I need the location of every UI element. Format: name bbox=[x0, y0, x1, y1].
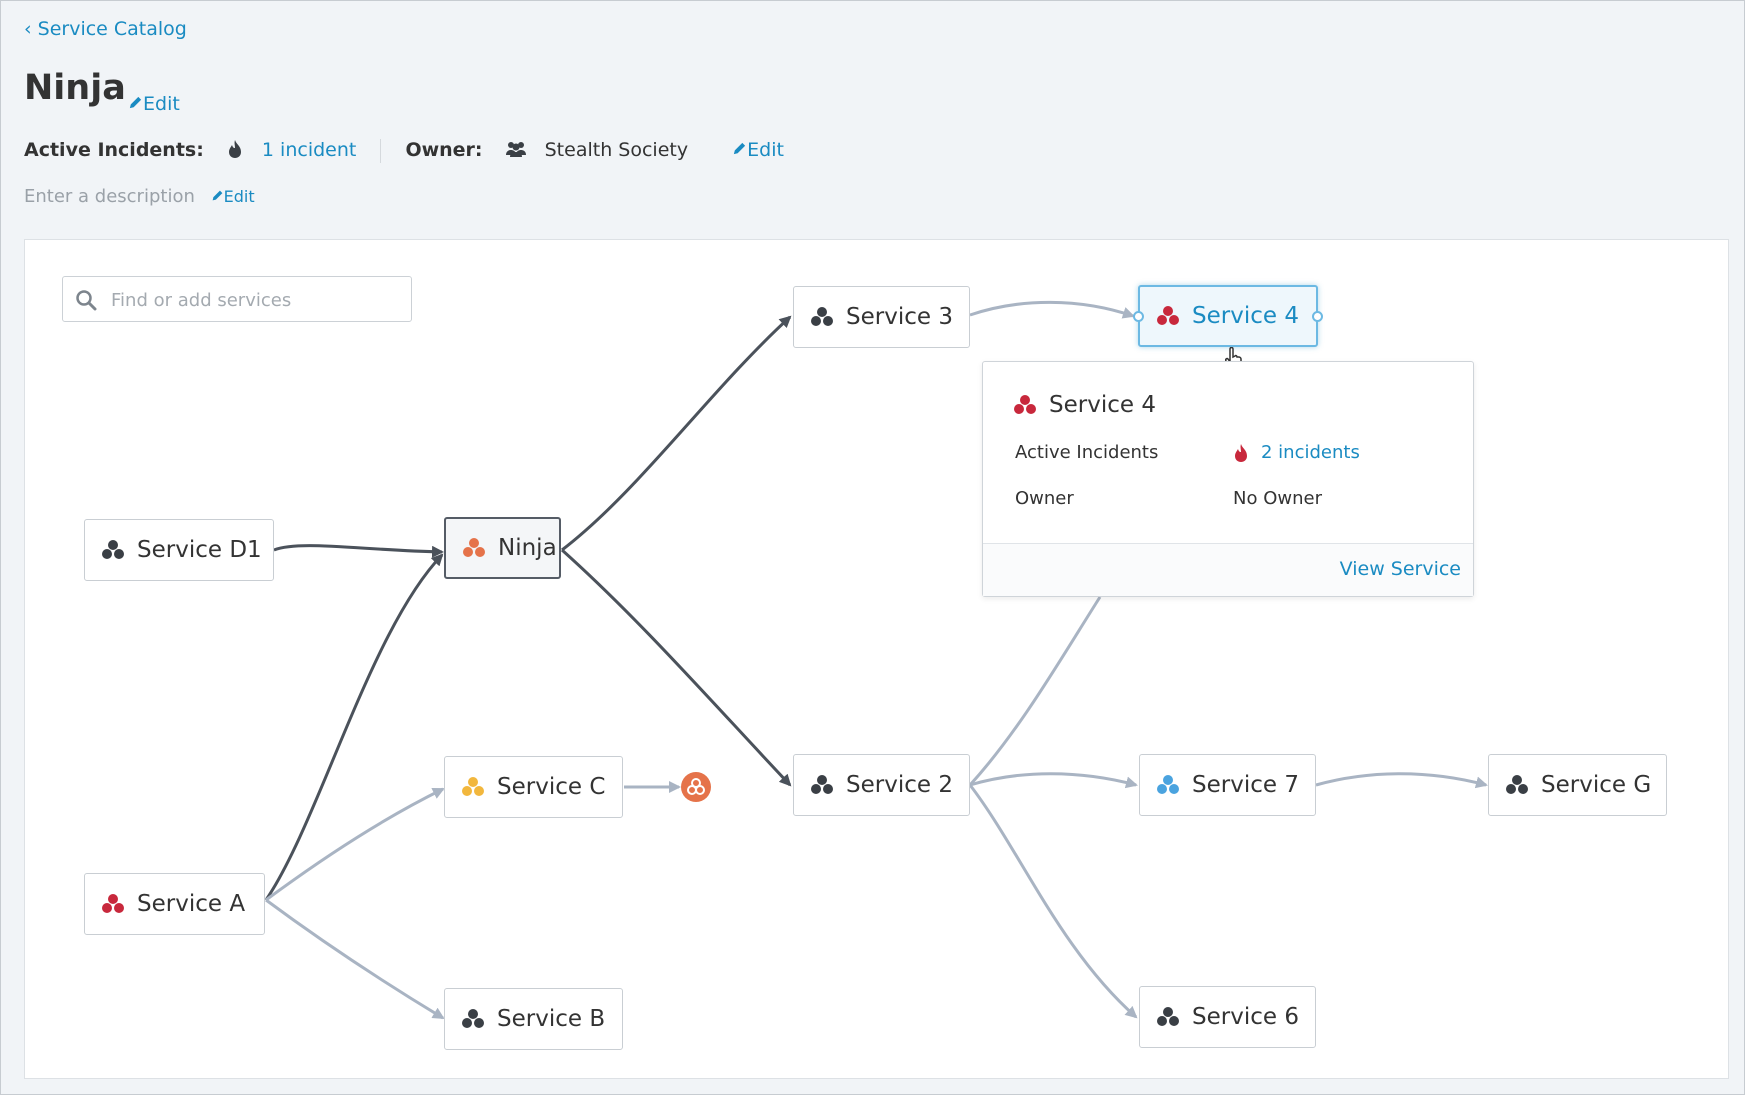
node-label: Ninja bbox=[498, 535, 557, 561]
service-cubes-icon bbox=[810, 306, 834, 328]
popover-owner-value: No Owner bbox=[1233, 488, 1322, 509]
service-cubes-icon bbox=[101, 539, 125, 561]
node-label: Service D1 bbox=[137, 537, 262, 563]
service-cubes-icon bbox=[1013, 394, 1037, 416]
node-label: Service G bbox=[1541, 772, 1652, 798]
external-service-icon[interactable] bbox=[681, 772, 711, 802]
edit-name-button[interactable]: Edit bbox=[128, 93, 180, 115]
service-cubes-icon bbox=[1156, 1006, 1180, 1028]
popover-title: Service 4 bbox=[1013, 392, 1156, 418]
connector-handle-right[interactable] bbox=[1312, 311, 1323, 322]
node-service-g[interactable]: Service G bbox=[1488, 754, 1667, 816]
service-cubes-icon bbox=[462, 537, 486, 559]
popover-incidents-link[interactable]: 2 incidents bbox=[1261, 442, 1360, 463]
search-input[interactable] bbox=[109, 277, 403, 323]
owner-name: Stealth Society bbox=[544, 139, 689, 161]
description-placeholder[interactable]: Enter a description bbox=[24, 186, 195, 207]
service-cubes-icon bbox=[1156, 774, 1180, 796]
service-cubes-icon bbox=[1156, 305, 1180, 327]
popover-owner-label: Owner bbox=[1015, 488, 1074, 509]
node-service-6[interactable]: Service 6 bbox=[1139, 986, 1316, 1048]
node-service-3[interactable]: Service 3 bbox=[793, 286, 970, 348]
service-meta: Active Incidents: 1 incident Owner: Stea… bbox=[24, 138, 784, 163]
node-label: Service 3 bbox=[846, 304, 953, 330]
node-label: Service A bbox=[137, 891, 246, 917]
page-title: Ninja bbox=[24, 68, 126, 108]
incidents-link[interactable]: 1 incident bbox=[262, 139, 356, 161]
pencil-icon bbox=[129, 96, 142, 109]
node-label: Service B bbox=[497, 1006, 606, 1032]
flame-icon bbox=[1235, 443, 1247, 462]
view-service-link[interactable]: View Service bbox=[1340, 558, 1461, 580]
node-label: Service 7 bbox=[1192, 772, 1299, 798]
popover-incidents-label: Active Incidents bbox=[1015, 442, 1159, 463]
node-label: Service 6 bbox=[1192, 1004, 1299, 1030]
node-service-b[interactable]: Service B bbox=[444, 988, 623, 1050]
node-service-7[interactable]: Service 7 bbox=[1139, 754, 1316, 816]
popover-footer: View Service bbox=[983, 543, 1473, 596]
service-cubes-icon bbox=[810, 774, 834, 796]
popover-incidents-value: 2 incidents bbox=[1233, 442, 1360, 463]
edit-description-button[interactable]: Edit bbox=[211, 187, 255, 206]
owner-label: Owner: bbox=[405, 139, 483, 161]
node-label: Service 4 bbox=[1192, 303, 1299, 329]
flame-icon bbox=[228, 140, 241, 158]
pencil-icon bbox=[212, 190, 222, 201]
edit-owner-button[interactable]: Edit bbox=[732, 139, 784, 161]
active-incidents-label: Active Incidents: bbox=[24, 139, 204, 161]
service-cubes-icon bbox=[1505, 774, 1529, 796]
connector-handle-left[interactable] bbox=[1133, 311, 1144, 322]
pencil-icon bbox=[734, 142, 746, 155]
service-cubes-icon bbox=[101, 893, 125, 915]
node-service-a[interactable]: Service A bbox=[84, 873, 265, 935]
node-ninja[interactable]: Ninja bbox=[444, 517, 561, 579]
search-icon bbox=[76, 290, 97, 311]
service-cubes-icon bbox=[461, 1008, 485, 1030]
node-label: Service C bbox=[497, 774, 606, 800]
service-popover: Service 4 Active Incidents 2 incidents O… bbox=[982, 361, 1474, 597]
search-box[interactable] bbox=[62, 276, 412, 323]
chevron-left-icon: ‹ bbox=[24, 18, 38, 40]
node-service-c[interactable]: Service C bbox=[444, 756, 623, 818]
breadcrumb-label: Service Catalog bbox=[37, 18, 187, 40]
service-cubes-icon bbox=[461, 776, 485, 798]
breadcrumb[interactable]: ‹ Service Catalog bbox=[24, 18, 187, 40]
node-label: Service 2 bbox=[846, 772, 953, 798]
node-service-d1[interactable]: Service D1 bbox=[84, 519, 274, 581]
team-icon bbox=[505, 142, 526, 157]
node-service-2[interactable]: Service 2 bbox=[793, 754, 970, 816]
node-service-4[interactable]: Service 4 bbox=[1138, 285, 1318, 347]
meta-divider bbox=[380, 138, 382, 163]
description: Enter a description Edit bbox=[24, 186, 255, 207]
